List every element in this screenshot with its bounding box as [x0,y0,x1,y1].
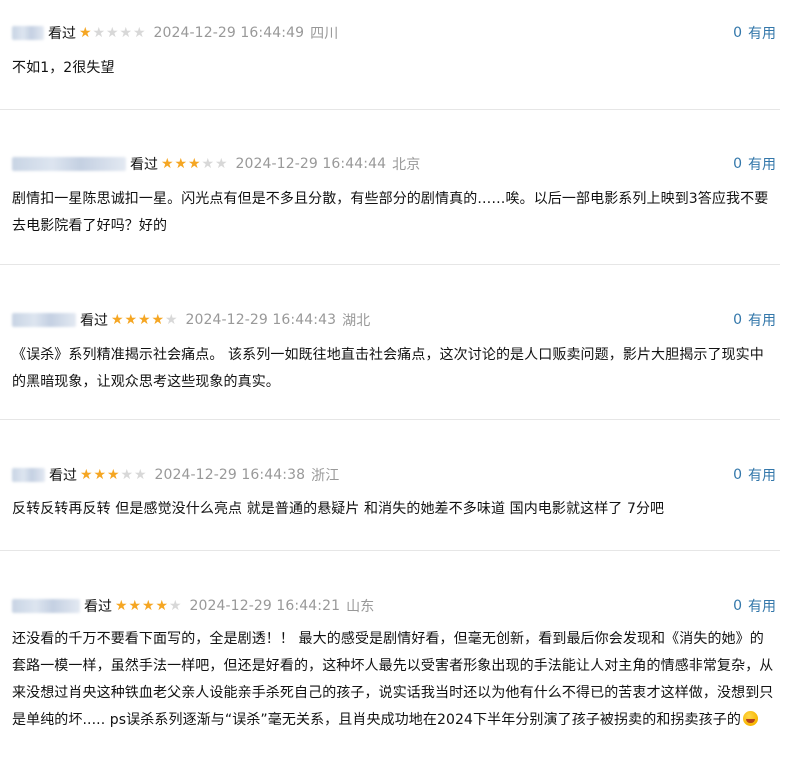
star-icon: ★ [93,467,107,483]
watch-status: 看过 [130,157,158,173]
rolling-on-floor-laughing-emoji [742,711,758,726]
star-icon: ★ [111,312,124,328]
useful-button[interactable]: 有用 [748,23,776,43]
review-content: 剧情扣一星陈思诚扣一星。闪光点有但是不多且分散，有些部分的剧情真的……唉。以后一… [12,191,769,234]
review-content: 不如1，2很失望 [12,60,115,76]
rating-stars: ★ ★ ★ ★ ★ [80,468,148,482]
star-icon: ★ [188,156,201,172]
rating-stars: ★ ★ ★ ★ ★ [161,157,229,171]
star-icon: ★ [142,598,155,614]
username-blurred[interactable] [12,26,44,40]
star-icon: ★ [174,156,188,172]
star-icon: ★ [79,25,92,41]
review-item: 看过 ★ ★ ★ ★ ★ 2024-12-29 16:44:43 湖北 0 有用… [0,309,780,420]
useful-count: 0 [733,598,742,614]
username-blurred[interactable] [12,468,45,482]
review-location: 湖北 [342,313,371,329]
review-item: 看过 ★ ★ ★ ★ ★ 2024-12-29 16:44:21 山东 0 有用… [0,595,780,768]
username-blurred[interactable] [12,599,80,613]
review-meta: 看过 ★ ★ ★ ★ ★ 2024-12-29 16:44:43 湖北 [12,309,370,331]
review-time: 2024-12-29 16:44:38 [154,467,306,483]
review-item: 看过 ★ ★ ★ ★ ★ 2024-12-29 16:44:38 浙江 0 有用… [0,464,780,551]
useful-count: 0 [733,156,742,172]
star-icon: ★ [106,25,119,41]
review-meta: 看过 ★ ★ ★ ★ ★ 2024-12-29 16:44:21 山东 [12,595,374,617]
review-time: 2024-12-29 16:44:44 [235,156,387,172]
review-location: 北京 [392,157,421,173]
useful-count: 0 [733,467,742,483]
star-icon: ★ [201,156,215,172]
review-location: 四川 [310,26,339,42]
star-icon: ★ [120,467,134,483]
star-icon: ★ [161,156,174,172]
star-icon: ★ [165,312,178,328]
star-icon: ★ [215,156,228,172]
useful-button[interactable]: 有用 [748,596,776,616]
useful-count: 0 [733,312,742,328]
review-content: 反转反转再反转 但是感觉没什么亮点 就是普通的悬疑片 和消失的她差不多味道 国内… [12,501,665,517]
username-blurred[interactable] [12,157,126,171]
star-icon: ★ [169,598,182,614]
review-time: 2024-12-29 16:44:21 [189,598,341,614]
review-text: 还没看的千万不要看下面写的，全是剧透！！ 最大的感受是剧情好看，但毫无创新，看到… [12,631,774,728]
star-icon: ★ [151,312,165,328]
star-icon: ★ [80,467,93,483]
review-content: 《误杀》系列精准揭示社会痛点。 该系列一如既往地直击社会痛点，这次讨论的是人口贩… [12,347,764,390]
useful-vote: 0 有用 [733,309,776,331]
star-icon: ★ [134,467,147,483]
useful-vote: 0 有用 [733,464,776,486]
useful-button[interactable]: 有用 [748,465,776,485]
star-icon: ★ [124,312,138,328]
useful-vote: 0 有用 [733,22,776,44]
watch-status: 看过 [80,313,108,329]
star-icon: ★ [138,312,151,328]
star-icon: ★ [107,467,120,483]
watch-status: 看过 [84,599,112,615]
username-blurred[interactable] [12,313,76,327]
rating-stars: ★ ★ ★ ★ ★ [115,599,183,613]
useful-vote: 0 有用 [733,595,776,617]
useful-button[interactable]: 有用 [748,154,776,174]
review-meta: 看过 ★ ★ ★ ★ ★ 2024-12-29 16:44:38 浙江 [12,464,339,486]
rating-stars: ★ ★ ★ ★ ★ [79,26,147,40]
review-location: 浙江 [311,468,340,484]
watch-status: 看过 [49,468,77,484]
rating-stars: ★ ★ ★ ★ ★ [111,313,179,327]
watch-status: 看过 [48,26,76,42]
review-time: 2024-12-29 16:44:49 [153,25,305,41]
useful-button[interactable]: 有用 [748,310,776,330]
review-location: 山东 [346,599,375,615]
star-icon: ★ [119,25,133,41]
star-icon: ★ [128,598,142,614]
review-meta: 看过 ★ ★ ★ ★ ★ 2024-12-29 16:44:44 北京 [12,153,420,175]
review-meta: 看过 ★ ★ ★ ★ ★ 2024-12-29 16:44:49 四川 [12,22,338,44]
review-item: 看过 ★ ★ ★ ★ ★ 2024-12-29 16:44:44 北京 0 有用… [0,153,780,265]
star-icon: ★ [115,598,128,614]
review-time: 2024-12-29 16:44:43 [185,312,337,328]
star-icon: ★ [155,598,169,614]
review-item: 看过 ★ ★ ★ ★ ★ 2024-12-29 16:44:49 四川 0 有用… [0,22,780,110]
star-icon: ★ [133,25,146,41]
useful-count: 0 [733,25,742,41]
star-icon: ★ [92,25,106,41]
review-content: 还没看的千万不要看下面写的，全是剧透！！ 最大的感受是剧情好看，但毫无创新，看到… [12,626,776,734]
useful-vote: 0 有用 [733,153,776,175]
